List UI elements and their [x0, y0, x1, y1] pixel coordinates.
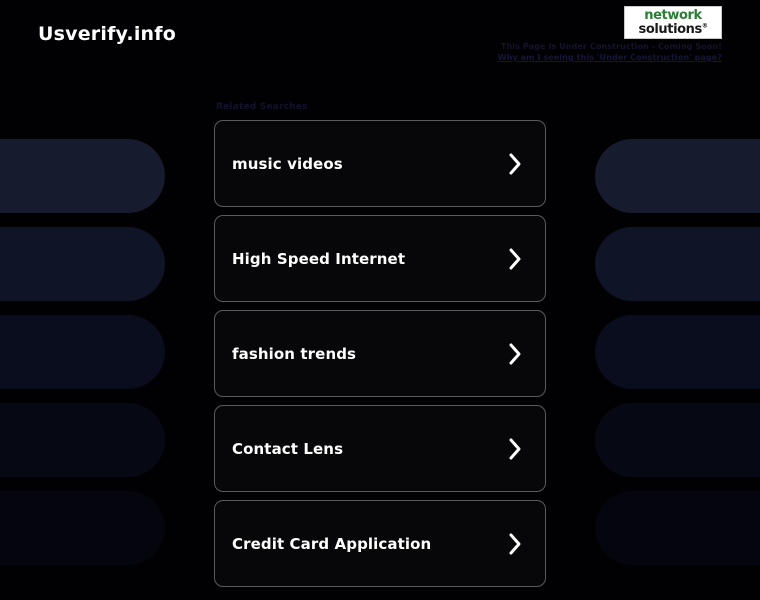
decor-pill-left-0	[0, 139, 165, 213]
related-search-card[interactable]: Contact Lens	[214, 405, 546, 492]
construction-explanation-link[interactable]: Why am I seeing this 'Under Construction…	[498, 53, 722, 64]
decor-pill-right-3	[595, 227, 760, 301]
page-header: Usverify.info network solutions® This Pa…	[0, 0, 760, 72]
main-content: Related Searches music videos High Speed …	[214, 0, 546, 587]
decor-pill-right-7	[595, 403, 760, 477]
decor-pill-left-6	[0, 403, 165, 477]
chevron-right-icon	[507, 247, 523, 271]
related-search-label: Credit Card Application	[232, 534, 432, 553]
logo-text-solutions-word: solutions	[638, 21, 703, 37]
decor-pill-right-5	[595, 315, 760, 389]
decor-pill-right-9	[595, 491, 760, 565]
logo-text-solutions: solutions®	[638, 21, 708, 37]
related-search-label: Contact Lens	[232, 439, 344, 458]
related-search-card[interactable]: Credit Card Application	[214, 500, 546, 587]
site-title: Usverify.info	[38, 23, 176, 45]
logo-text-network: network	[644, 8, 702, 24]
related-search-card[interactable]: music videos	[214, 120, 546, 207]
construction-notice: This Page Is Under Construction - Coming…	[498, 42, 722, 64]
related-search-card[interactable]: fashion trends	[214, 310, 546, 397]
related-search-label: fashion trends	[232, 344, 357, 363]
registered-trademark-symbol: ®	[701, 22, 708, 30]
chevron-right-icon	[507, 342, 523, 366]
chevron-right-icon	[507, 152, 523, 176]
chevron-right-icon	[507, 532, 523, 556]
chevron-right-icon	[507, 437, 523, 461]
decor-pill-left-8	[0, 491, 165, 565]
related-searches-list: music videos High Speed Internet fashion t…	[214, 120, 546, 587]
construction-headline: This Page Is Under Construction - Coming…	[500, 42, 722, 51]
related-search-label: music videos	[232, 154, 343, 173]
decor-pill-right-1	[595, 139, 760, 213]
related-search-label: High Speed Internet	[232, 249, 406, 268]
decor-pill-left-2	[0, 227, 165, 301]
network-solutions-logo: network solutions®	[624, 6, 722, 39]
decor-pill-left-4	[0, 315, 165, 389]
related-search-card[interactable]: High Speed Internet	[214, 215, 546, 302]
